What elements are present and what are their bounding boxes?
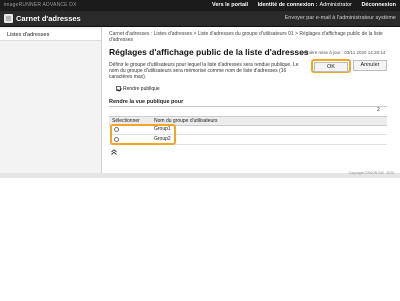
table-body: Group1 Group2 bbox=[109, 125, 387, 145]
item-count: 2 bbox=[377, 107, 380, 113]
table-row: Group1 bbox=[109, 125, 387, 135]
copyright: Copyright CANON INC. 2020 bbox=[348, 171, 394, 175]
scroll-top-icon-svg bbox=[111, 149, 117, 155]
column-header-group-name: Nom du groupe d'utilisateurs bbox=[154, 118, 218, 124]
description-text: Définir le groupe d'utilisateurs pour le… bbox=[109, 62, 299, 80]
app-title: Carnet d'adresses bbox=[16, 14, 81, 23]
make-public-checkbox[interactable] bbox=[116, 86, 121, 91]
last-updated: Dernière mise à jour : 03/11 2020 14:28:… bbox=[300, 50, 386, 55]
ok-button-label: OK bbox=[314, 62, 348, 72]
footer: Copyright CANON INC. 2020 bbox=[0, 171, 400, 301]
top-bar: imageRUNNER ADVANCE DX Vers le portail I… bbox=[0, 0, 400, 11]
group-name: Group2 bbox=[154, 136, 171, 142]
make-public-label: Rendre publique bbox=[123, 86, 160, 92]
column-header-select: Sélectionner bbox=[112, 118, 140, 124]
group-name: Group1 bbox=[154, 126, 171, 132]
table-row: Group2 bbox=[109, 135, 387, 145]
ok-button[interactable]: OK bbox=[311, 59, 351, 73]
logout-link[interactable]: Déconnexion bbox=[361, 2, 396, 8]
breadcrumb: Carnet d'adresses : Listes d'adresses > … bbox=[109, 31, 394, 43]
footer-bar bbox=[0, 173, 400, 178]
select-radio[interactable] bbox=[114, 127, 119, 132]
title-bar: Carnet d'adresses Envoyer par e-mail à l… bbox=[0, 11, 400, 27]
breadcrumb-group-list[interactable]: Liste d'adresses du groupe d'utilisateur… bbox=[198, 31, 294, 37]
section-divider bbox=[109, 106, 387, 107]
section-label: Rendre la vue publique pour bbox=[109, 99, 184, 105]
sidebar-item-address-lists[interactable]: Listes d'adresses bbox=[0, 29, 101, 41]
select-radio[interactable] bbox=[114, 137, 119, 142]
portal-link[interactable]: Vers le portail bbox=[212, 2, 248, 8]
double-chevron-up-icon[interactable] bbox=[111, 149, 117, 157]
page-title: Réglages d'affichage public de la liste … bbox=[109, 47, 309, 57]
make-public-row: Rendre publique bbox=[116, 86, 160, 93]
login-label: Identité de connexion : bbox=[257, 2, 318, 8]
cancel-button[interactable]: Annuler bbox=[353, 60, 387, 71]
username: Administrator bbox=[319, 2, 352, 8]
address-book-icon bbox=[4, 14, 13, 23]
send-mail-admin-link[interactable]: Envoyer par e-mail à l'administrateur sy… bbox=[285, 15, 396, 21]
sidebar: Listes d'adresses bbox=[0, 27, 102, 173]
main-content: Carnet d'adresses : Listes d'adresses > … bbox=[102, 27, 400, 173]
device-brand: imageRUNNER ADVANCE DX bbox=[4, 2, 77, 8]
header-links: Vers le portail Identité de connexion :A… bbox=[204, 2, 396, 8]
